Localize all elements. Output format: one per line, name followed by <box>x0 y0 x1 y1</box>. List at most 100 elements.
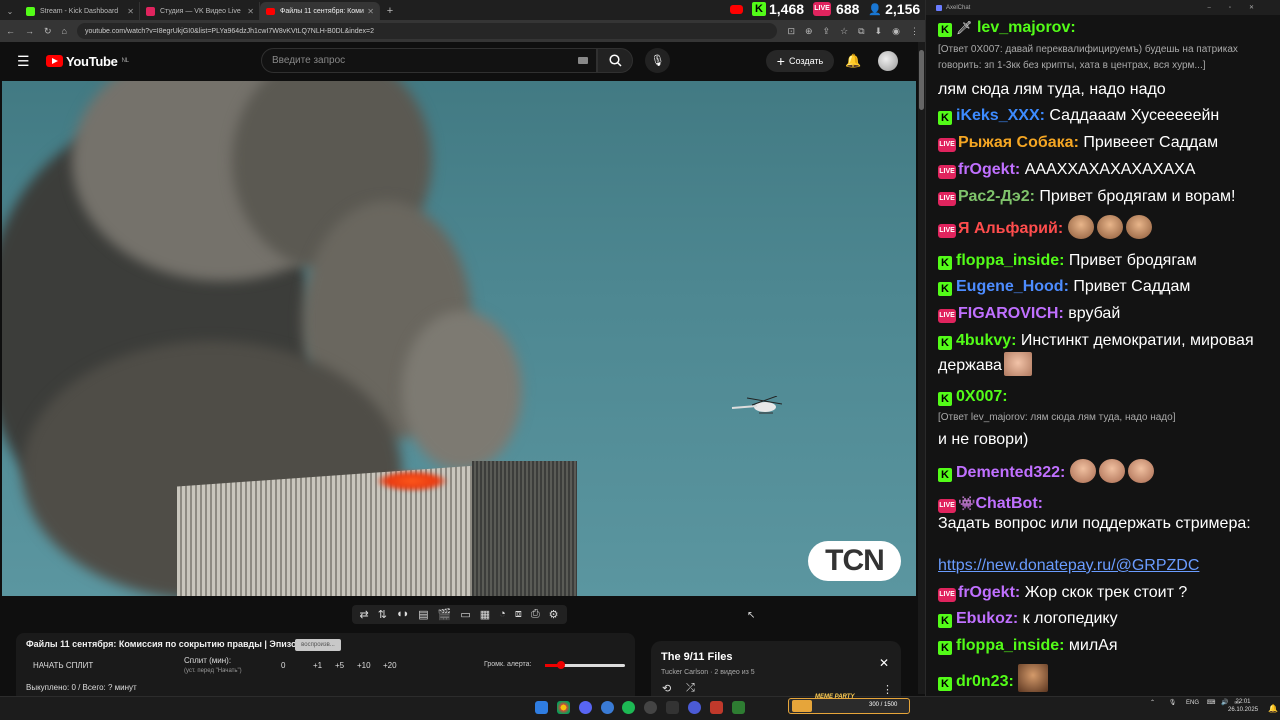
bookmark-star-icon[interactable]: ☆ <box>840 26 848 37</box>
chat-username: iKeks_XXX: <box>956 107 1045 124</box>
voice-search-button[interactable]: 🎙 <box>645 48 670 73</box>
install-icon[interactable]: ⊡ <box>787 26 795 37</box>
chat-text: Привет Саддам <box>1073 278 1191 295</box>
vk-live-badge: LIVE <box>938 499 956 513</box>
split-add-20-button[interactable]: +20 <box>383 661 397 670</box>
start-split-button[interactable]: НАЧАТЬ СПЛИТ <box>33 661 93 670</box>
chat-message: Kfloppa_inside: милАя <box>938 635 1273 657</box>
clock[interactable]: 22:01 26.10.2025 <box>1228 698 1258 714</box>
split-add-5-button[interactable]: +5 <box>335 661 344 670</box>
app-icon[interactable] <box>688 701 701 714</box>
chat-text: лям сюда лям туда, надо надо <box>938 81 1166 98</box>
video-player[interactable] <box>2 81 916 596</box>
menu-dots-icon[interactable]: ⋮ <box>910 26 919 37</box>
start-menu-icon[interactable] <box>535 701 548 714</box>
network-icon[interactable]: ⌨ <box>1207 700 1216 706</box>
hamburger-menu-icon[interactable]: ☰ <box>17 54 30 68</box>
close-tab-icon[interactable]: ✕ <box>247 7 254 16</box>
chat-message: K 4bukvy: Инстинкт демократии, мировая де… <box>938 330 1273 377</box>
screenshot-icon[interactable]: ⎙ <box>531 608 540 621</box>
chat-message: K 0X007: <box>938 386 1273 408</box>
youtube-logo[interactable]: YouTube NL <box>46 54 129 69</box>
telegram-icon[interactable] <box>601 701 614 714</box>
shuffle-icon[interactable]: ⤮ <box>686 682 695 695</box>
window-controls[interactable]: –▫✕ <box>1208 4 1273 11</box>
chat-message: KiKeks_XXX: Саддааам Хусееееейн <box>938 105 1273 127</box>
language-indicator[interactable]: ENG <box>1186 700 1199 706</box>
player-extension-controls: ⇄ ⇅ ◖◗ ▤ 🎬 ▭ ▦ ◔ ⧈ ⎙ ⚙ <box>351 604 567 624</box>
youtube-icon <box>266 7 275 15</box>
reload-icon[interactable]: ↻ <box>44 26 52 37</box>
split-hint: (уст. перед "Начать") <box>184 668 242 674</box>
playlist-title[interactable]: The 9/11 Files <box>661 651 733 663</box>
extensions-icon[interactable]: ⧉ <box>858 26 864 37</box>
tab-list-icon[interactable]: ⌄ <box>0 2 20 20</box>
film-icon[interactable]: ▦ <box>480 608 490 621</box>
spotify-icon[interactable] <box>622 701 635 714</box>
app-icon[interactable] <box>710 701 723 714</box>
downloads-icon[interactable]: ⬇ <box>875 26 883 37</box>
obs-icon[interactable] <box>644 701 657 714</box>
status-badge: воспроизв... <box>295 639 341 651</box>
window-icon[interactable]: ▭ <box>460 608 470 621</box>
share-icon[interactable]: ⇪ <box>823 26 831 37</box>
donation-link[interactable]: https://new.donatepay.ru/@GRPZDC <box>938 555 1273 577</box>
robot-badge-icon: 👾 <box>958 495 976 511</box>
close-tab-icon[interactable]: ✕ <box>367 7 374 16</box>
loop-playlist-icon[interactable]: ⟲ <box>662 682 671 695</box>
search-input[interactable]: Введите запрос <box>261 48 597 73</box>
meme-party-widget[interactable]: MEME PARTY 300 / 1500 <box>788 694 910 714</box>
avatar[interactable] <box>878 51 898 71</box>
chat-message: LIVE frOgekt: АААХХАХАХАХАХАХА <box>938 159 1273 181</box>
tray-chevron-icon[interactable]: ⌃ <box>1150 700 1155 706</box>
loop-icon[interactable]: ⇄ <box>360 608 369 621</box>
keyboard-icon[interactable] <box>578 57 588 64</box>
tab-vk-studio[interactable]: Студия — VK Видео Live ✕ <box>140 2 260 20</box>
zoom-icon[interactable]: ⊕ <box>805 26 813 37</box>
app-icon <box>936 4 942 11</box>
alert-volume-knob[interactable] <box>557 661 565 669</box>
home-icon[interactable]: ⌂ <box>62 26 67 36</box>
tab-youtube-video[interactable]: Файлы 11 сентября: Коми ✕ <box>260 2 380 20</box>
split-add-10-button[interactable]: +10 <box>357 661 371 670</box>
fire <box>377 471 447 491</box>
settings-gear-icon[interactable]: ⚙ <box>549 608 559 621</box>
speed-icon[interactable]: ◔ <box>499 608 506 621</box>
close-tab-icon[interactable]: ✕ <box>127 7 134 16</box>
helicopter-icon <box>731 396 782 414</box>
frame-icon[interactable]: ⧈ <box>515 608 522 621</box>
audio-icon[interactable]: ◖◗ <box>396 608 409 621</box>
app-icon[interactable] <box>732 701 745 714</box>
emote-icon <box>1069 459 1096 483</box>
discord-icon[interactable] <box>579 701 592 714</box>
mic-icon: 🎙 <box>650 55 665 67</box>
page-scrollbar[interactable] <box>918 42 925 694</box>
notifications-bell-icon[interactable]: 🔔 <box>845 53 861 69</box>
sword-badge-icon: 🗡 <box>956 20 973 35</box>
player-controls-row: ⇄ ⇅ ◖◗ ▤ 🎬 ▭ ▦ ◔ ⧈ ⎙ ⚙ <box>2 600 916 628</box>
tab-kick-dashboard[interactable]: Stream - Kick Dashboard ✕ <box>20 2 140 20</box>
alert-volume-slider[interactable] <box>545 661 625 669</box>
scrollbar-thumb[interactable] <box>919 50 924 110</box>
chat-message: K Eugene_Hood: Привет Саддам <box>938 276 1273 298</box>
kick-badge-icon: K <box>938 282 952 296</box>
url-field[interactable]: youtube.com/watch?v=I8egrUkjGI0&list=PLY… <box>76 23 778 39</box>
sort-icon[interactable]: ⇅ <box>378 608 387 621</box>
create-button[interactable]: + Создать <box>766 50 834 72</box>
close-playlist-button[interactable]: ✕ <box>879 656 889 670</box>
app-icon[interactable] <box>666 701 679 714</box>
back-icon[interactable]: ← <box>6 26 15 36</box>
clapper-icon[interactable]: 🎬 <box>438 608 452 621</box>
chrome-icon[interactable] <box>557 701 570 714</box>
more-options-icon[interactable]: ⋮ <box>882 683 893 696</box>
notifications-icon[interactable]: 🔔 <box>1268 704 1278 713</box>
new-tab-button[interactable]: + <box>380 2 400 20</box>
chat-text: Жор скок трек стоит ? <box>1024 584 1188 601</box>
mic-icon[interactable]: 🎙 <box>1169 700 1177 706</box>
profile-icon[interactable]: ◉ <box>892 26 900 37</box>
vk-live-badge: LIVE <box>938 138 956 152</box>
forward-icon[interactable]: → <box>25 26 34 36</box>
split-add-1-button[interactable]: +1 <box>313 661 322 670</box>
search-button[interactable] <box>597 48 633 73</box>
playlist-icon[interactable]: ▤ <box>418 608 428 621</box>
